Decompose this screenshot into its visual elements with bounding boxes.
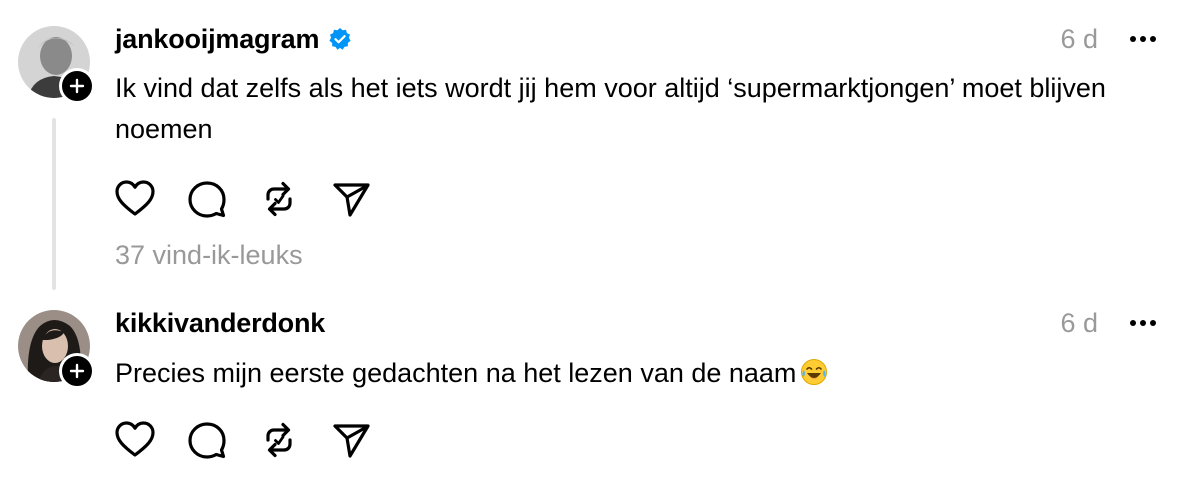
share-button[interactable] [329, 418, 373, 462]
face-with-tears-of-joy-icon [800, 357, 828, 385]
more-icon[interactable] [1126, 306, 1160, 340]
verified-badge-icon [328, 27, 352, 51]
post-actions [115, 418, 401, 462]
send-icon [333, 424, 370, 458]
repost-button[interactable] [257, 418, 301, 462]
reply-button[interactable] [185, 177, 229, 221]
thread-post: jankooijmagram 6 d Ik vind dat zelfs als… [0, 0, 1198, 290]
comment-icon [188, 422, 226, 459]
thread-post: kikkivanderdonk 6 d Precies mijn eerste … [0, 290, 1198, 490]
follow-button[interactable] [59, 353, 95, 389]
post-time[interactable]: 6 d [1060, 24, 1098, 55]
reply-button[interactable] [185, 418, 229, 462]
follow-button[interactable] [59, 68, 95, 104]
heart-icon [115, 421, 155, 457]
share-button[interactable] [329, 177, 373, 221]
more-icon[interactable] [1126, 22, 1160, 56]
username[interactable]: kikkivanderdonk [115, 308, 325, 339]
post-header: jankooijmagram 6 d [115, 22, 1160, 56]
post-text-content: Precies mijn eerste gedachten na het lez… [115, 358, 797, 388]
thread-line [52, 118, 56, 290]
like-button[interactable] [113, 177, 157, 221]
username[interactable]: jankooijmagram [115, 24, 319, 55]
plus-icon [69, 363, 85, 379]
repost-button[interactable] [257, 177, 301, 221]
like-button[interactable] [113, 418, 157, 462]
plus-icon [69, 78, 85, 94]
repost-icon [266, 422, 292, 458]
like-count[interactable]: 37 vind-ik-leuks [115, 240, 303, 271]
heart-icon [115, 180, 155, 216]
repost-icon [266, 181, 292, 217]
send-icon [333, 183, 370, 217]
comment-icon [188, 181, 226, 218]
post-text: Ik vind dat zelfs als het iets wordt jij… [115, 73, 1106, 144]
post-text: Precies mijn eerste gedachten na het lez… [115, 353, 1168, 394]
post-actions [115, 177, 401, 221]
post-time[interactable]: 6 d [1060, 308, 1098, 339]
post-header: kikkivanderdonk 6 d [115, 306, 1160, 340]
